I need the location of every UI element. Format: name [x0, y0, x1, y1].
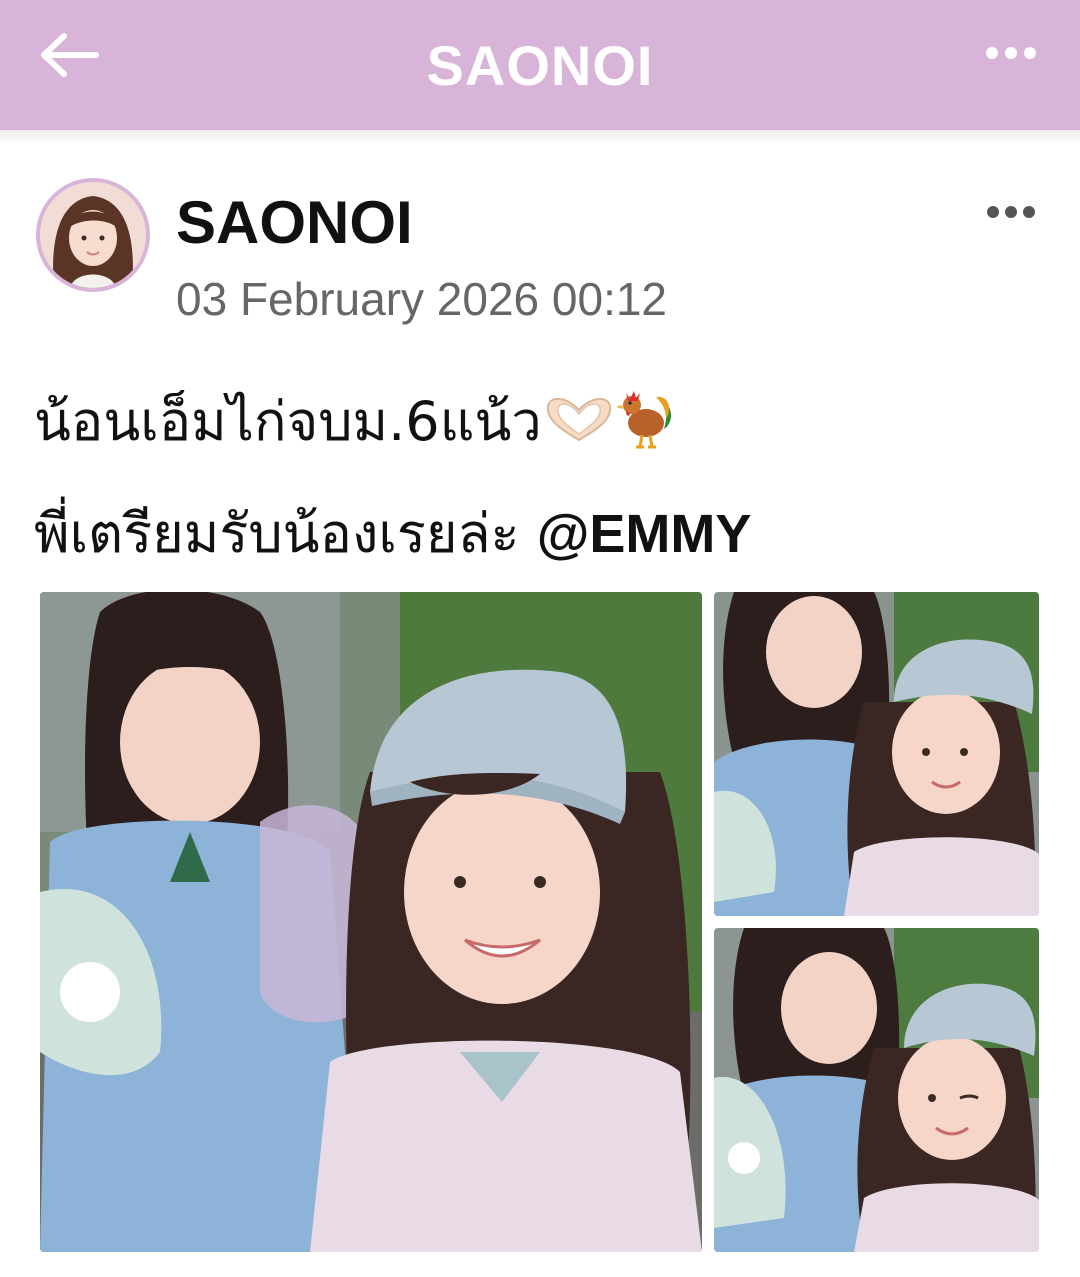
top-app-bar: SAONOI	[0, 0, 1080, 130]
post-caption-line-1: น้อนเอ็มไก่จบม.6แน้ว	[34, 378, 676, 466]
author-name[interactable]: SAONOI	[176, 188, 413, 257]
header-shadow	[0, 130, 1080, 144]
caption-text-1: น้อนเอ็มไก่จบม.6แน้ว	[34, 390, 542, 453]
more-options-icon[interactable]	[984, 42, 1038, 64]
post-photo-2[interactable]	[714, 592, 1039, 916]
mention-link[interactable]: @EMMY	[537, 504, 752, 564]
avatar[interactable]	[36, 178, 150, 292]
heart-hands-icon	[542, 394, 616, 457]
post-photo-1[interactable]	[40, 592, 702, 1252]
back-arrow-icon[interactable]	[38, 32, 100, 78]
caption-text-2: พี่เตรียมรับน้องเรยล่ะ	[34, 502, 537, 565]
post-timestamp: 03 February 2026 00:12	[176, 273, 668, 325]
post-caption-line-2: พี่เตรียมรับน้องเรยล่ะ @EMMY	[34, 490, 751, 576]
page-title: SAONOI	[426, 33, 654, 97]
post-photo-3[interactable]	[714, 928, 1039, 1252]
rooster-icon	[615, 385, 676, 466]
post-more-icon[interactable]	[986, 202, 1036, 222]
